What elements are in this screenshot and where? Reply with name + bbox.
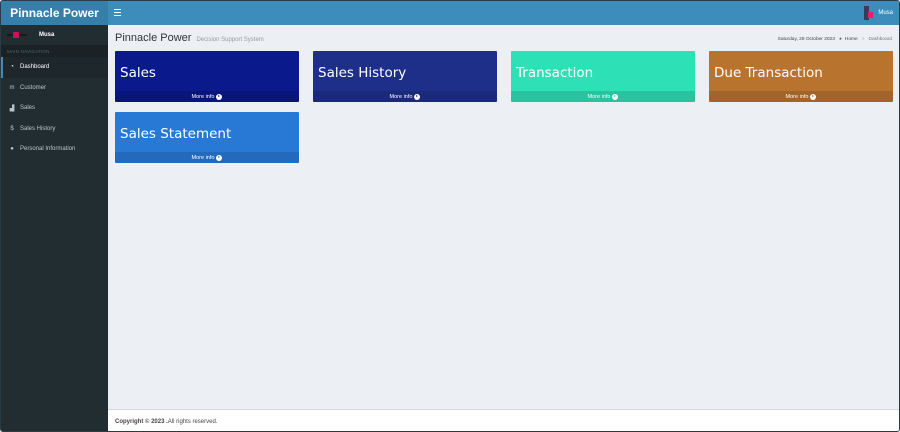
arrow-circle-right-icon [216, 93, 223, 100]
chart-icon: ▟ [9, 105, 15, 112]
header-user-menu[interactable]: Musa [862, 6, 893, 20]
top-navbar: Musa [108, 1, 899, 25]
user-avatar [7, 31, 27, 39]
sidebar-item-personal-information[interactable]: ● Personal Information [1, 139, 108, 160]
content-header: Pinnacle Power Decision Support System [115, 32, 264, 48]
page-subtitle: Decision Support System [196, 37, 264, 43]
sidebar-item-customer[interactable]: m Customer [1, 78, 108, 99]
tile-more-info-link[interactable]: More info [709, 91, 893, 102]
app-logo[interactable]: Pinnacle Power [1, 1, 108, 25]
tile-title: Sales Statement [120, 126, 232, 142]
tile-due-transaction[interactable]: Due Transaction More info [709, 51, 893, 102]
tile-title: Transaction [516, 65, 594, 81]
sidebar-item-label: Personal Information [20, 146, 76, 153]
tile-more-info-link[interactable]: More info [511, 91, 695, 102]
more-info-label: More info [587, 93, 611, 100]
arrow-circle-right-icon [810, 93, 817, 100]
more-info-label: More info [785, 93, 809, 100]
menu-toggle-icon[interactable] [114, 9, 121, 16]
current-date: Saturday, 28 October 2023 [777, 36, 835, 42]
tile-more-info-link[interactable]: More info [115, 91, 299, 102]
main-content: Pinnacle Power Decision Support System S… [108, 25, 899, 409]
breadcrumb-current: Dashboard [868, 36, 892, 42]
sidebar-user-name: Musa [39, 32, 55, 38]
sidebar-item-label: Customer [20, 84, 47, 91]
more-info-label: More info [389, 93, 413, 100]
sidebar-item-label: Sales [20, 105, 36, 112]
tile-title: Sales History [318, 65, 407, 81]
tile-title: Sales [120, 65, 156, 81]
page-footer: Copyright © 2023 . All rights reserved. [108, 409, 899, 431]
user-panel: Musa [1, 25, 108, 45]
tiles-grid: Sales More info Sales History More info … [115, 51, 899, 171]
dollar-icon: $ [10, 125, 14, 132]
sidebar-item-sales-history[interactable]: $ Sales History [1, 119, 108, 140]
sidebar-item-dashboard[interactable]: ◔ Dashboard [1, 57, 108, 78]
tile-sales-statement[interactable]: Sales Statement More info [115, 112, 299, 163]
app-window: Pinnacle Power Musa MAIN NAVIGATION ◔ Da… [0, 0, 900, 432]
tile-sales[interactable]: Sales More info [115, 51, 299, 102]
arrow-circle-right-icon [414, 93, 421, 100]
tile-more-info-link[interactable]: More info [313, 91, 497, 102]
sidebar-item-label: Dashboard [20, 64, 50, 71]
dashboard-icon: ◔ [10, 64, 14, 71]
page-title: Pinnacle Power [115, 32, 192, 44]
tile-more-info-link[interactable]: More info [115, 152, 299, 163]
footer-copyright: Copyright © 2023 . [115, 418, 168, 425]
home-icon: ◕ [838, 36, 842, 42]
tile-sales-history[interactable]: Sales History More info [313, 51, 497, 102]
breadcrumb: Saturday, 28 October 2023 ◕ Home > Dashb… [778, 36, 892, 42]
sidebar: Pinnacle Power Musa MAIN NAVIGATION ◔ Da… [1, 1, 108, 431]
sidebar-item-sales[interactable]: ▟ Sales [1, 98, 108, 119]
nav-header: MAIN NAVIGATION [1, 45, 108, 57]
breadcrumb-separator: > [861, 36, 865, 42]
header-avatar [862, 6, 874, 20]
breadcrumb-home[interactable]: Home [845, 37, 858, 42]
footer-rights: All rights reserved. [167, 418, 218, 425]
sidebar-item-label: Sales History [20, 125, 56, 132]
arrow-circle-right-icon [612, 93, 619, 100]
arrow-circle-right-icon [216, 154, 223, 161]
user-icon: ● [10, 146, 14, 153]
more-info-label: More info [191, 93, 215, 100]
header-user-name: Musa [878, 10, 893, 16]
tile-title: Due Transaction [714, 65, 823, 81]
tile-transaction[interactable]: Transaction More info [511, 51, 695, 102]
users-icon: m [9, 84, 15, 91]
more-info-label: More info [191, 154, 215, 161]
